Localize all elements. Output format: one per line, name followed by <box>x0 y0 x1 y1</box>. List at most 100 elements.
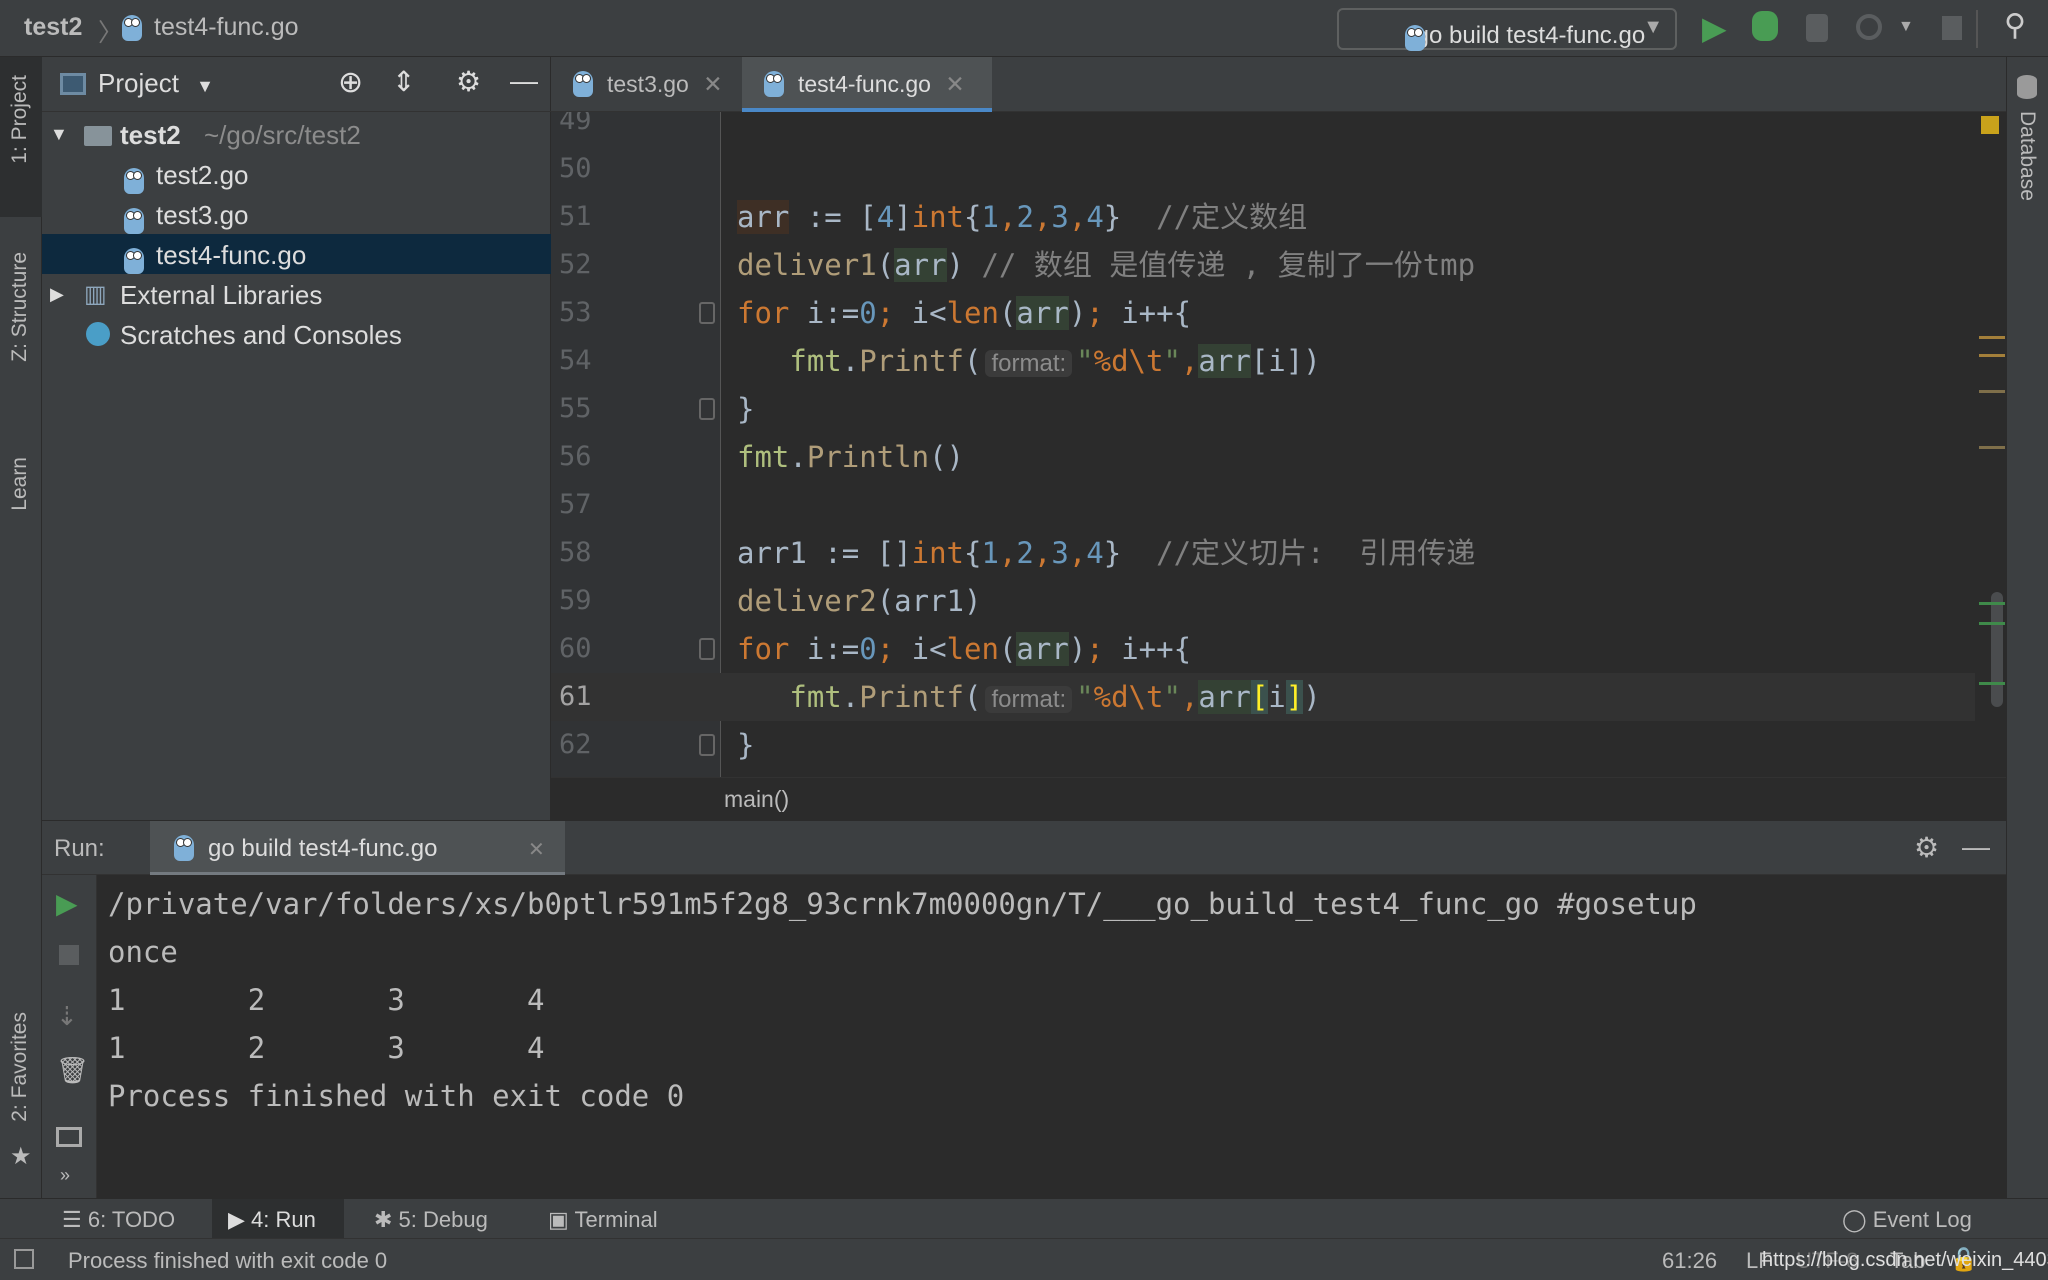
breadcrumb-file[interactable]: test4-func.go <box>154 13 299 42</box>
error-stripe[interactable] <box>1975 112 2006 777</box>
run-config-dropdown[interactable]: go build test4-func.go ▼ <box>1337 8 1677 51</box>
gear-icon[interactable]: ⚙ <box>1914 831 1939 864</box>
tree-item-test4-func-go[interactable]: test4-func.go <box>42 234 551 274</box>
tab-test4-func-go[interactable]: test4-func.go ✕ <box>742 57 992 112</box>
tab-debug[interactable]: ✱ 5: Debug <box>374 1199 514 1239</box>
editor-scrollbar[interactable] <box>1991 592 2003 707</box>
code-token: fmt <box>789 680 842 714</box>
code-text: fmt.Println() <box>737 433 964 481</box>
close-icon[interactable]: ✕ <box>528 837 545 862</box>
code-line[interactable]: 57 <box>551 481 1975 529</box>
search-icon[interactable]: ⚲ <box>2004 8 2026 43</box>
tab-run[interactable]: ▶ 4: Run <box>212 1199 344 1239</box>
breadcrumb-function[interactable]: main() <box>724 786 789 812</box>
tool-window-learn[interactable]: Learn <box>8 457 32 511</box>
line-number: 56 <box>559 441 592 472</box>
profile-icon[interactable] <box>1856 14 1882 40</box>
code-token: arr <box>1016 632 1069 666</box>
tool-window-project[interactable]: 1: Project <box>8 75 32 164</box>
bug-icon: ✱ <box>374 1207 399 1232</box>
close-icon[interactable]: ✕ <box>945 71 964 97</box>
marker[interactable] <box>1979 446 2005 449</box>
code-line[interactable]: 59 deliver2(arr1) <box>551 577 1975 625</box>
status-message[interactable]: Process finished with exit code 0 <box>68 1248 387 1274</box>
project-view-selector[interactable]: Project <box>98 68 179 98</box>
fold-end-icon[interactable] <box>699 734 715 756</box>
code-token: //定义数组 <box>1121 200 1308 234</box>
locate-crosshair-icon[interactable]: ⊕ <box>338 65 363 100</box>
collapse-all-icon[interactable]: ⇕ <box>392 65 415 98</box>
code-token: } <box>1103 200 1122 234</box>
more-icon[interactable]: » <box>60 1165 70 1186</box>
bottom-tool-tabs: ☰ 6: TODO ▶ 4: Run ✱ 5: Debug ▣ Terminal… <box>0 1198 2048 1239</box>
marker[interactable] <box>1979 622 2005 625</box>
chevron-down-icon[interactable]: ▼ <box>50 124 68 145</box>
code-line[interactable]: 55} <box>551 385 1975 433</box>
layout-icon[interactable] <box>56 1127 82 1147</box>
code-text: deliver2(arr1) <box>737 577 981 625</box>
run-console[interactable]: ▶ ⇣ 🗑 » /private/var/folders/xs/b0ptlr59… <box>42 875 2006 1198</box>
code-line[interactable]: 53 for i:=0; i<len(arr); i++{ <box>551 289 1975 337</box>
toggle-tool-windows-icon[interactable] <box>14 1249 34 1269</box>
tree-item-external-libraries[interactable]: ▶ ▥ External Libraries <box>42 274 551 314</box>
inspection-status-icon[interactable] <box>1981 116 1999 134</box>
tree-item-path: ~/go/src/test2 <box>204 120 361 150</box>
code-line[interactable]: 54 fmt.Printf(format: "%d\t",arr[i]) <box>551 337 1975 385</box>
code-text: } <box>737 721 754 769</box>
tool-window-database[interactable]: Database <box>2015 111 2039 201</box>
trash-icon[interactable]: 🗑 <box>56 1055 89 1086</box>
run-tab-label: go build test4-func.go <box>208 835 438 862</box>
code-line[interactable]: 60 for i:=0; i<len(arr); i++{ <box>551 625 1975 673</box>
gear-icon[interactable]: ⚙ <box>456 65 481 98</box>
stop-icon[interactable] <box>59 945 79 965</box>
code-line[interactable]: 56 fmt.Println() <box>551 433 1975 481</box>
tab-label: Event Log <box>1872 1207 1972 1232</box>
minimize-icon[interactable]: — <box>1962 831 1990 863</box>
fold-collapse-icon[interactable] <box>699 638 715 660</box>
code-line[interactable]: 61 fmt.Printf(format: "%d\t",arr[i]) <box>551 673 1975 721</box>
tree-item-label: test3.go <box>156 200 249 230</box>
run-icon[interactable]: ▶ <box>1702 9 1727 47</box>
tool-window-structure[interactable]: Z: Structure <box>8 252 32 362</box>
minimize-icon[interactable]: — <box>510 65 538 97</box>
tab-test3-go[interactable]: test3.go ✕ <box>551 57 742 112</box>
tree-item-test3-go[interactable]: test3.go <box>42 194 551 234</box>
marker[interactable] <box>1979 354 2005 357</box>
tool-window-favorites[interactable]: 2: Favorites <box>8 1012 32 1122</box>
tree-item-label: Scratches and Consoles <box>120 320 402 350</box>
caret-position[interactable]: 61:26 <box>1662 1248 1717 1274</box>
marker[interactable] <box>1979 602 2005 605</box>
tree-item-scratches[interactable]: Scratches and Consoles <box>42 314 551 354</box>
breadcrumb-project[interactable]: test2 <box>24 13 82 42</box>
code-line[interactable]: 62} <box>551 721 1975 769</box>
code-line[interactable]: 52 deliver1(arr) // 数组 是值传递 , 复制了一份tmp <box>551 241 1975 289</box>
chevron-right-icon[interactable]: ▶ <box>50 284 64 305</box>
scroll-to-end-icon[interactable]: ⇣ <box>56 1001 78 1032</box>
code-line[interactable]: 51 arr := [4]int{1,2,3,4} //定义数组 <box>551 193 1975 241</box>
run-tab[interactable]: go build test4-func.go ✕ <box>150 821 565 876</box>
tab-event-log[interactable]: ◯ Event Log <box>1842 1199 2012 1239</box>
code-line[interactable]: 49 <box>551 112 1975 145</box>
code-line[interactable]: 58 arr1 := []int{1,2,3,4} //定义切片: 引用传递 <box>551 529 1975 577</box>
marker[interactable] <box>1979 336 2005 339</box>
rerun-icon[interactable]: ▶ <box>56 887 78 920</box>
chevron-down-icon[interactable]: ▼ <box>1898 18 1914 36</box>
tab-todo[interactable]: ☰ 6: TODO <box>62 1199 202 1239</box>
fold-end-icon[interactable] <box>699 398 715 420</box>
line-number: 59 <box>559 585 592 616</box>
debug-bug-icon[interactable] <box>1752 11 1778 41</box>
marker[interactable] <box>1979 682 2005 685</box>
marker[interactable] <box>1979 390 2005 393</box>
stop-icon[interactable] <box>1942 16 1962 40</box>
code-line[interactable]: 50 <box>551 145 1975 193</box>
code-editor[interactable]: 49 50 51 arr := [4]int{1,2,3,4} //定义数组 52 del… <box>551 112 1975 777</box>
fold-collapse-icon[interactable] <box>699 302 715 324</box>
coverage-icon[interactable] <box>1806 14 1828 42</box>
close-icon[interactable]: ✕ <box>703 71 722 97</box>
chevron-down-icon[interactable]: ▼ <box>196 76 214 96</box>
tree-item-test2-folder[interactable]: ▼ test2 ~/go/src/test2 <box>42 114 551 154</box>
code-token: ) <box>1303 680 1321 714</box>
line-number: 58 <box>559 537 592 568</box>
tree-item-test2-go[interactable]: test2.go <box>42 154 551 194</box>
tab-terminal[interactable]: ▣ Terminal <box>548 1199 688 1239</box>
